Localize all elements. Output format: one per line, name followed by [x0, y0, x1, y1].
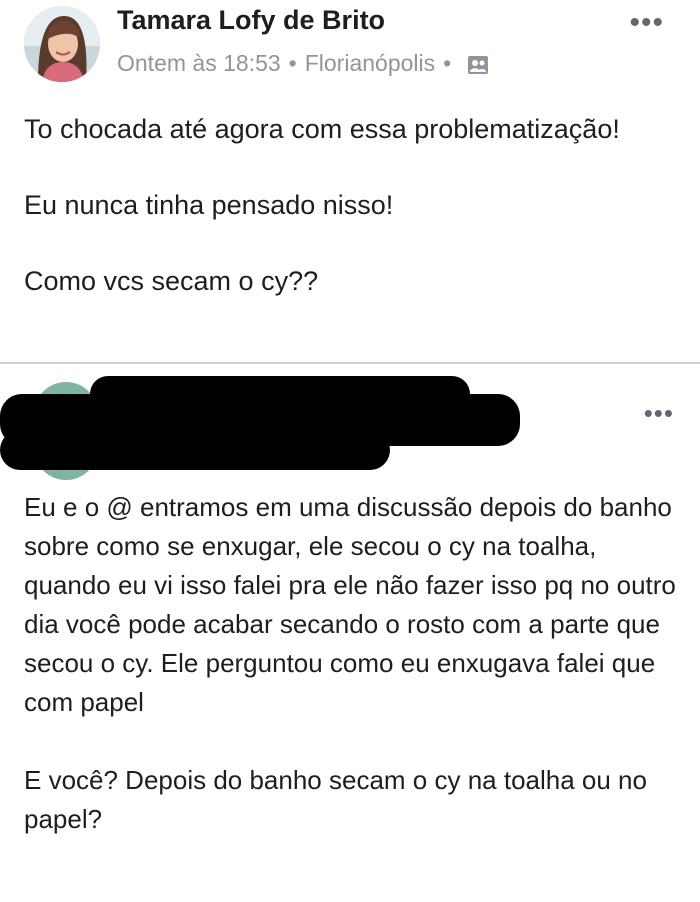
- post-paragraph: To chocada até agora com essa problemati…: [24, 114, 620, 144]
- post-options-icon[interactable]: •••: [629, 6, 664, 40]
- post-location[interactable]: Florianópolis: [305, 50, 435, 77]
- original-post: Tamara Lofy de Brito Ontem às 18:53 • Fl…: [0, 0, 700, 362]
- shared-post: ••• Eu e o @ entramos em uma discussão d…: [0, 364, 700, 902]
- post-meta: Ontem às 18:53 • Florianópolis •: [117, 50, 489, 77]
- post-paragraph: Como vcs secam o cy??: [24, 266, 319, 296]
- group-icon: [467, 54, 489, 74]
- redaction-bar: [90, 376, 470, 412]
- shared-post-body: Eu e o @ entramos em uma discussão depoi…: [24, 488, 684, 839]
- shared-post-paragraph: E você? Depois do banho secam o cy na to…: [24, 765, 647, 834]
- author-name[interactable]: Tamara Lofy de Brito: [117, 5, 385, 36]
- shared-post-paragraph: Eu e o @ entramos em uma discussão depoi…: [24, 492, 676, 717]
- redaction-bar: [0, 430, 390, 470]
- author-avatar[interactable]: [24, 6, 100, 82]
- meta-separator-2: •: [443, 50, 452, 76]
- post-timestamp[interactable]: Ontem às 18:53: [117, 50, 281, 77]
- shared-post-options-icon[interactable]: •••: [644, 398, 674, 429]
- post-paragraph: Eu nunca tinha pensado nisso!: [24, 190, 394, 220]
- post-body: To chocada até agora com essa problemati…: [24, 110, 664, 300]
- meta-separator: •: [288, 50, 297, 76]
